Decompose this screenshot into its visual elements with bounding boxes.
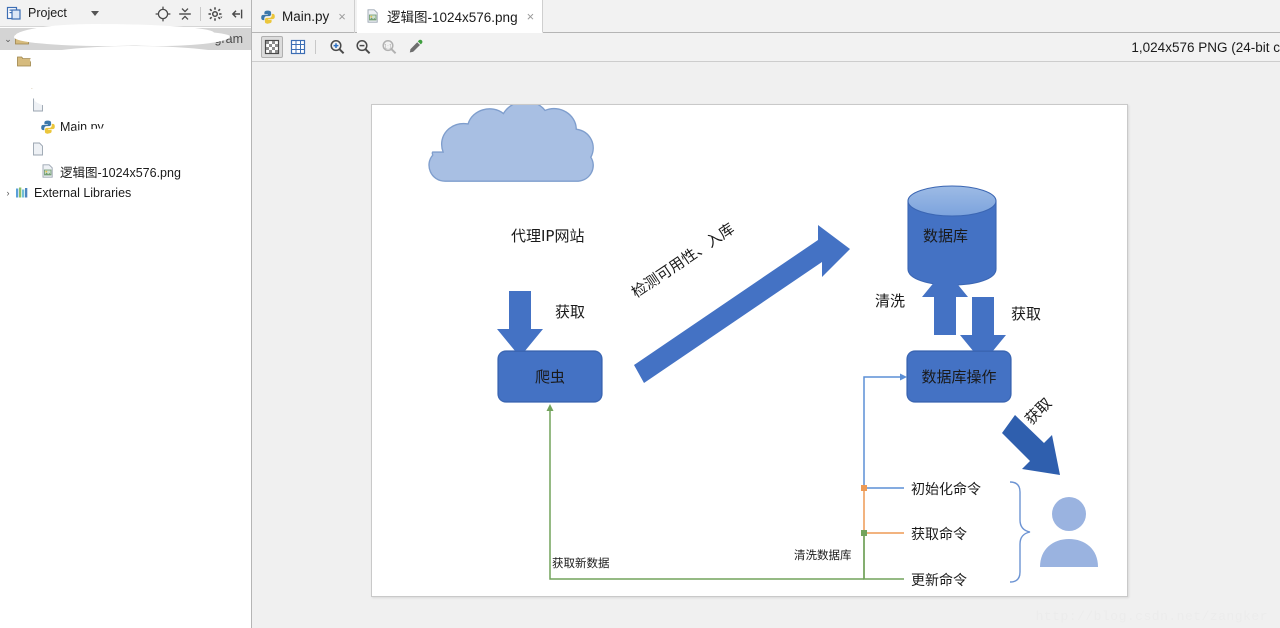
- tab-label: Main.py: [282, 9, 330, 24]
- close-icon[interactable]: ×: [338, 10, 346, 23]
- image-canvas: 代理IP网站 获取 爬虫 检测可用性、入库 数据库 清洗 获取 数据库操作 获取…: [371, 104, 1128, 597]
- libraries-icon: [14, 185, 30, 201]
- arrow-label-fetch-top: 获取: [555, 303, 586, 321]
- file-icon: [30, 141, 46, 157]
- collapse-all-icon[interactable]: [176, 5, 194, 23]
- toolbar-divider: [315, 40, 316, 54]
- node-label-db-operations: 数据库操作: [907, 351, 1011, 402]
- hide-panel-icon[interactable]: [229, 5, 247, 23]
- tab-label: 逻辑图-1024x576.png: [387, 10, 518, 25]
- project-panel-title: Project: [28, 6, 67, 20]
- chessboard-grid-toggle[interactable]: [287, 36, 309, 58]
- transparency-grid-toggle[interactable]: [261, 36, 283, 58]
- tab-main-py[interactable]: Main.py ×: [252, 0, 355, 33]
- label-get-new-data: 获取新数据: [552, 556, 610, 570]
- arrow-check-and-store: [634, 225, 850, 383]
- label-init-command: 初始化命令: [911, 482, 981, 498]
- tree-row-label: External Libraries: [34, 186, 132, 200]
- cloud-label: 代理IP网站: [511, 227, 585, 245]
- editor-tab-bar: Main.py × 逻辑图-1024x576.png ×: [252, 0, 1280, 33]
- tree-expand-arrow-icon[interactable]: ⌄: [2, 34, 14, 45]
- connector-arrowhead-init: [900, 373, 907, 381]
- connector-fetch-command: [863, 488, 904, 534]
- arrow-fetch-from-cloud: [497, 291, 543, 357]
- application-window: Project ⌄ gram Main.py 逻辑图-1024x576.png …: [0, 0, 1280, 628]
- node-label-database: 数据库: [923, 227, 969, 245]
- image-file-icon: [40, 163, 56, 179]
- image-canvas-area[interactable]: 代理IP网站 获取 爬虫 检测可用性、入库 数据库 清洗 获取 数据库操作 获取…: [252, 62, 1280, 628]
- logic-diagram: [428, 105, 1098, 583]
- locate-target-icon[interactable]: [154, 5, 172, 23]
- project-panel-toolbar: [152, 0, 249, 27]
- tree-expand-arrow-icon[interactable]: ›: [2, 188, 14, 198]
- close-icon[interactable]: ×: [527, 10, 535, 23]
- redaction-blob: [34, 84, 234, 114]
- settings-gear-icon[interactable]: [207, 5, 225, 23]
- project-panel-header: Project: [0, 0, 251, 27]
- chevron-down-icon[interactable]: [90, 10, 99, 16]
- image-editor-toolbar: 1:1 1,024x576 PNG (24-bit c: [252, 33, 1280, 62]
- cloud-shape-proxy-site: [428, 105, 594, 182]
- python-file-icon: [40, 119, 56, 135]
- user-icon: [1040, 497, 1098, 567]
- arrow-label-clean: 清洗: [875, 292, 906, 310]
- svg-text:1:1: 1:1: [384, 44, 393, 50]
- zoom-in-icon[interactable]: [326, 36, 348, 58]
- tab-logic-png[interactable]: 逻辑图-1024x576.png ×: [357, 0, 544, 33]
- connector-arrowhead-crawler: [546, 404, 554, 411]
- label-fetch-command: 获取命令: [911, 527, 967, 543]
- zoom-out-icon[interactable]: [352, 36, 374, 58]
- watermark-text: http://blog.csdn.net/zangker: [1035, 609, 1268, 624]
- node-label-crawler: 爬虫: [498, 351, 602, 402]
- python-file-icon: [260, 9, 276, 25]
- project-sidebar: Project ⌄ gram Main.py 逻辑图-1024x576.png …: [0, 0, 252, 628]
- label-clean-database: 清洗数据库: [794, 548, 852, 562]
- image-info-label: 1,024x576 PNG (24-bit c: [1131, 40, 1280, 55]
- connector-joint-orange: [861, 485, 867, 491]
- arrow-label-fetch-right: 获取: [1011, 305, 1042, 323]
- connector-init-command: [863, 376, 904, 489]
- tree-row-external-libraries[interactable]: › External Libraries: [0, 182, 251, 204]
- project-tree[interactable]: ⌄ gram Main.py 逻辑图-1024x576.png › Extern…: [0, 24, 251, 628]
- color-picker-icon[interactable]: [404, 36, 426, 58]
- project-icon: [6, 5, 22, 21]
- label-update-command: 更新命令: [911, 573, 967, 589]
- brace-commands: [1009, 481, 1031, 583]
- zoom-actual-size-icon[interactable]: 1:1: [378, 36, 400, 58]
- image-file-icon: [365, 8, 381, 24]
- toolbar-divider: [200, 6, 201, 21]
- tree-row-label: 逻辑图-1024x576.png: [60, 165, 181, 180]
- tree-row-logic-png[interactable]: 逻辑图-1024x576.png: [0, 160, 251, 182]
